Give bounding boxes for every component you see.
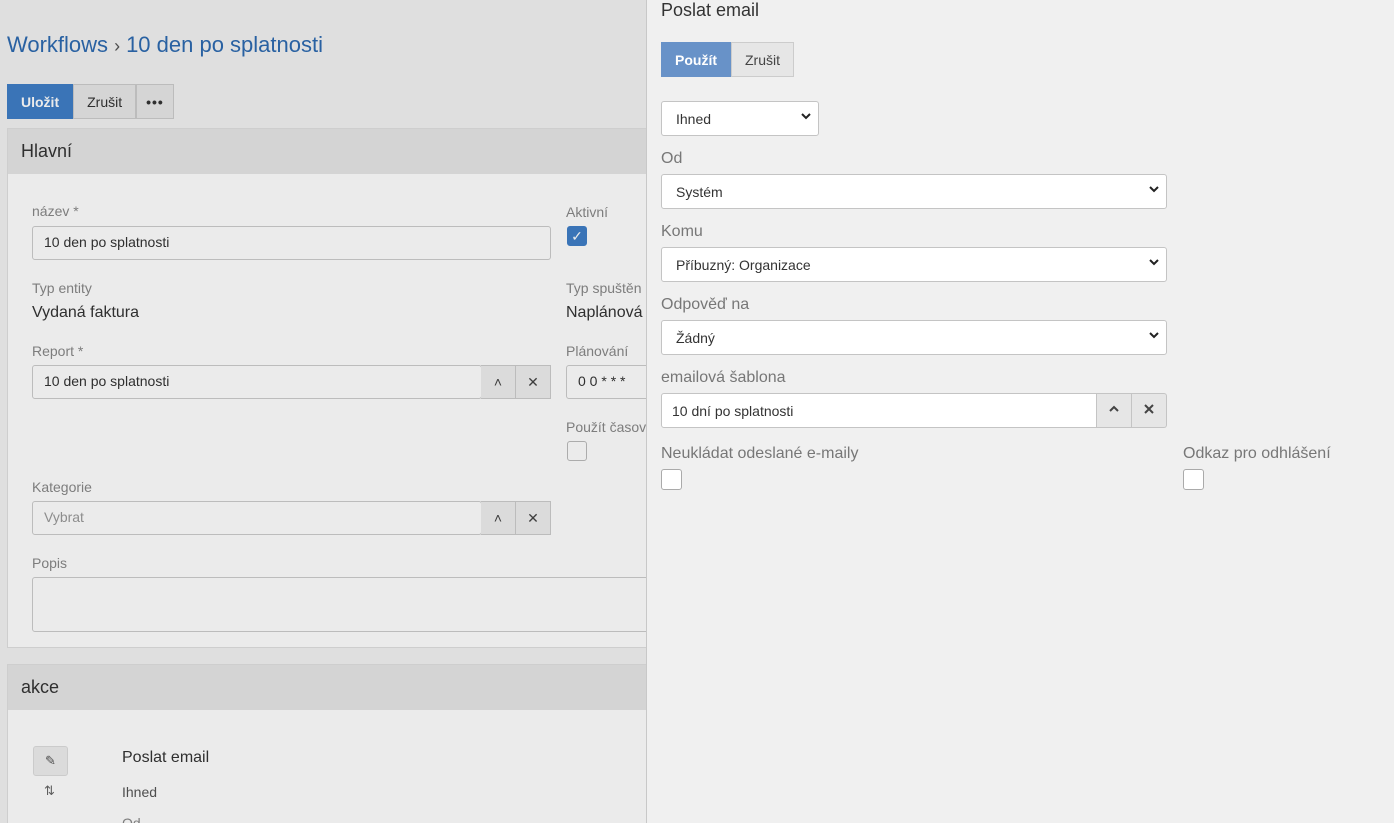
- reply-to-label: Odpověď na: [661, 296, 750, 313]
- chevron-down-icon: [800, 110, 812, 125]
- to-select[interactable]: Příbuzný: Organizace: [661, 247, 1167, 282]
- side-panel-buttons: Použít Zrušit: [661, 42, 794, 77]
- side-panel-title: Poslat email: [661, 0, 760, 20]
- timing-select-value: Ihned: [676, 111, 712, 127]
- chevron-down-icon: [1148, 183, 1160, 198]
- email-template-label: emailová šablona: [661, 369, 786, 386]
- chevron-down-icon: [1148, 329, 1160, 344]
- do-not-store-checkbox[interactable]: [661, 469, 682, 490]
- from-select-value: Systém: [676, 184, 723, 200]
- send-email-side-panel: Poslat email Použít Zrušit Ihned Od Syst…: [646, 0, 1394, 823]
- apply-button[interactable]: Použít: [661, 42, 731, 77]
- timing-select[interactable]: Ihned: [661, 101, 819, 136]
- chevron-up-icon: [1108, 402, 1120, 420]
- chevron-down-icon: [1148, 256, 1160, 271]
- to-label: Komu: [661, 223, 703, 240]
- close-icon: [1143, 402, 1155, 420]
- from-select[interactable]: Systém: [661, 174, 1167, 209]
- reply-to-select[interactable]: Žádný: [661, 320, 1167, 355]
- email-template-input[interactable]: 10 dní po splatnosti: [661, 393, 1097, 428]
- email-template-field: 10 dní po splatnosti: [661, 393, 1167, 428]
- clear-template-button[interactable]: [1132, 393, 1167, 428]
- cancel-button[interactable]: Zrušit: [731, 42, 794, 77]
- from-label: Od: [661, 150, 683, 167]
- select-template-button[interactable]: [1097, 393, 1132, 428]
- reply-to-select-value: Žádný: [676, 330, 715, 346]
- unsubscribe-link-label: Odkaz pro odhlášení: [1183, 445, 1331, 462]
- to-select-value: Příbuzný: Organizace: [676, 257, 811, 273]
- do-not-store-label: Neukládat odeslané e-maily: [661, 445, 859, 462]
- unsubscribe-link-checkbox[interactable]: [1183, 469, 1204, 490]
